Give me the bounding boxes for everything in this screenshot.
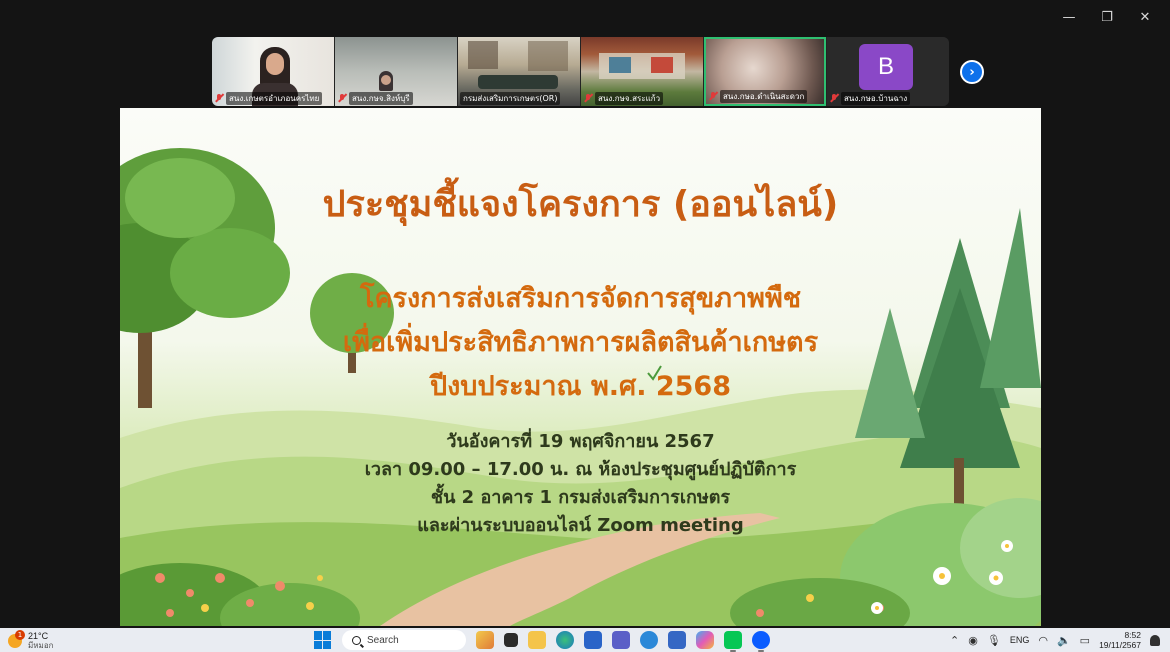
help-icon[interactable] — [640, 631, 658, 649]
participant-name-bar: กรมส่งเสริมการเกษตร(OR) — [460, 91, 578, 105]
speaker-icon[interactable]: 🔈 — [1057, 634, 1071, 647]
participant-tile[interactable]: สนง.กษจ.สิงห์บุรี — [335, 37, 457, 106]
task-view-icon[interactable] — [504, 633, 518, 647]
chevron-up-icon[interactable]: ⌃ — [950, 634, 959, 647]
notification-badge: 1 — [15, 630, 25, 640]
file-explorer-icon[interactable] — [528, 631, 546, 649]
mic-muted-icon — [583, 93, 593, 103]
weather-description: มีหมอก — [28, 641, 54, 650]
weather-text: 21°C มีหมอก — [28, 631, 53, 651]
participant-name-bar: สนง.กษอ.ดำเนินสะดวก — [708, 89, 822, 103]
participant-name-bar: สนง.กษจ.สิงห์บุรี — [337, 91, 455, 105]
weather-temperature: 21°C — [28, 631, 49, 641]
weather-widget[interactable]: 1 21°C มีหมอก — [8, 630, 53, 651]
participant-name: สนง.เกษตรอำเภอนครไทย — [226, 91, 323, 105]
notification-bell-icon[interactable] — [1150, 634, 1160, 646]
microphone-icon[interactable]: 🎙 — [987, 634, 1001, 647]
taskbar-search-box[interactable]: Search — [342, 630, 466, 650]
windows-start-icon[interactable] — [314, 631, 332, 649]
participant-tile-active-speaker[interactable]: สนง.กษอ.ดำเนินสะดวก — [704, 37, 826, 106]
slide-info-line: เวลา 09.00 – 17.00 น. ณ ห้องประชุมศูนย์ป… — [364, 459, 797, 480]
system-tray: ⌃ ◉ 🎙 ENG ◠ 🔈 ▭ 8:52 19/11/2567 — [950, 630, 1160, 650]
mic-muted-icon — [337, 93, 347, 103]
participant-tile[interactable]: B สนง.กษอ.บ้านฉาง — [827, 37, 949, 106]
slide-info-line: วันอังคารที่ 19 พฤศจิกายน 2567 — [446, 431, 715, 452]
wifi-icon[interactable]: ◠ — [1038, 634, 1048, 647]
search-icon — [352, 635, 361, 645]
slide-info-line: ชั้น 2 อาคาร 1 กรมส่งเสริมการเกษตร — [430, 487, 731, 508]
participant-name: สนง.กษจ.สิงห์บุรี — [349, 91, 413, 105]
participant-name-bar: สนง.เกษตรอำเภอนครไทย — [214, 91, 332, 105]
avatar: B — [859, 44, 913, 90]
participant-name-bar: สนง.กษจ.สระแก้ว — [583, 91, 701, 105]
slide-subtitle-line: โครงการส่งเสริมการจัดการสุขภาพพืช — [359, 283, 802, 314]
windows-taskbar: 1 21°C มีหมอก Search ⌃ ◉ 🎙 ENG ◠ 🔈 ▭ 8:5… — [0, 628, 1170, 652]
chevron-right-icon: › — [969, 64, 975, 80]
line-app-icon[interactable] — [724, 631, 742, 652]
taskbar-clock[interactable]: 8:52 19/11/2567 — [1099, 630, 1141, 650]
zoom-meeting-window: — ❐ ✕ สนง.เกษตรอำเภอนครไทย สนง.กษจ.สิงห์… — [0, 0, 1170, 652]
slide-subtitle-line: เพื่อเพิ่มประสิทธิภาพการผลิตสินค้าเกษตร — [342, 327, 819, 358]
next-participants-button[interactable]: › — [960, 60, 984, 84]
shared-screen-slide: ประชุมชี้แจงโครงการ (ออนไลน์) โครงการส่ง… — [120, 108, 1041, 626]
participant-name: สนง.กษอ.ดำเนินสะดวก — [720, 89, 808, 103]
mic-muted-icon — [214, 93, 224, 103]
teams-icon[interactable] — [612, 631, 630, 649]
edge-browser-icon[interactable] — [556, 631, 574, 649]
battery-icon[interactable]: ▭ — [1080, 634, 1090, 647]
search-placeholder: Search — [367, 634, 399, 646]
participant-name: กรมส่งเสริมการเกษตร(OR) — [460, 91, 561, 105]
participant-strip: สนง.เกษตรอำเภอนครไทย สนง.กษจ.สิงห์บุรี ก… — [212, 37, 949, 106]
slide-info-line: และผ่านระบบออนไลน์ Zoom meeting — [417, 515, 744, 536]
participant-name: สนง.กษจ.สระแก้ว — [595, 91, 664, 105]
mic-muted-icon — [829, 93, 839, 103]
clock-date: 19/11/2567 — [1099, 640, 1141, 650]
remote-desktop-icon[interactable] — [668, 631, 686, 649]
clock-time: 8:52 — [1124, 630, 1141, 640]
participant-name: สนง.กษอ.บ้านฉาง — [841, 91, 911, 105]
copilot-icon[interactable] — [696, 631, 714, 649]
close-button[interactable]: ✕ — [1126, 6, 1164, 28]
slide-subtitle-line: ปีงบประมาณ พ.ศ. 2568 — [429, 371, 731, 402]
restore-button[interactable]: ❐ — [1088, 6, 1126, 28]
participant-tile[interactable]: กรมส่งเสริมการเกษตร(OR) — [458, 37, 580, 106]
taskbar-apps: Search — [314, 630, 770, 652]
zoom-app-icon[interactable] — [752, 631, 770, 652]
slide-title: ประชุมชี้แจงโครงการ (ออนไลน์) — [322, 184, 839, 225]
participant-tile[interactable]: สนง.เกษตรอำเภอนครไทย — [212, 37, 334, 106]
language-indicator[interactable]: ENG — [1010, 635, 1030, 645]
mic-muted-icon — [708, 91, 718, 101]
security-icon[interactable]: ◉ — [968, 634, 978, 647]
widgets-icon[interactable] — [476, 631, 494, 649]
window-controls: — ❐ ✕ — [1050, 6, 1164, 28]
weather-sun-icon: 1 — [8, 630, 25, 648]
participant-tile[interactable]: สนง.กษจ.สระแก้ว — [581, 37, 703, 106]
participant-name-bar: สนง.กษอ.บ้านฉาง — [829, 91, 947, 105]
microsoft-store-icon[interactable] — [584, 631, 602, 649]
minimize-button[interactable]: — — [1050, 6, 1088, 28]
